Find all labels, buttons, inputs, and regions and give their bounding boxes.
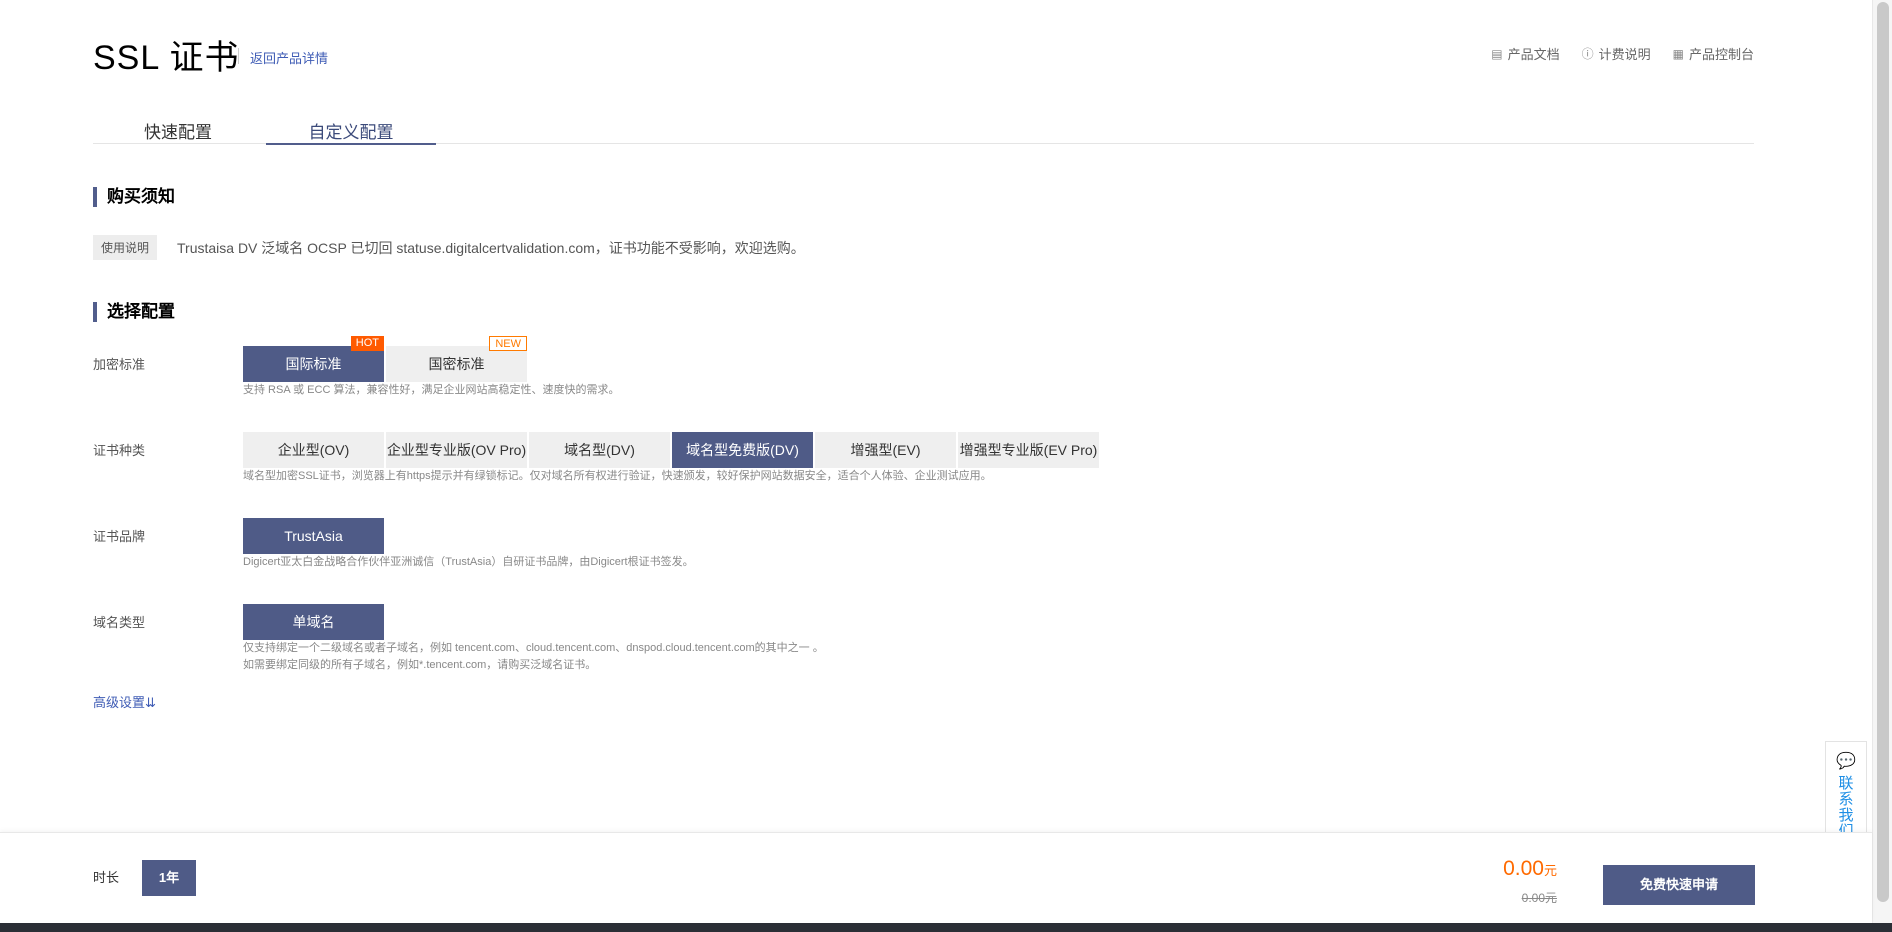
option-international-standard[interactable]: 国际标准 HOT xyxy=(243,336,384,382)
product-docs-label: 产品文档 xyxy=(1507,47,1560,62)
purchase-footer: 时长 1年 0.00元 0.00元 免费快速申请 xyxy=(0,832,1872,923)
bottom-bar xyxy=(0,923,1892,932)
back-to-product-link[interactable]: 返回产品详情 xyxy=(250,48,328,67)
tab-custom-config[interactable]: 自定义配置 xyxy=(266,118,436,145)
billing-info-label: 计费说明 xyxy=(1598,47,1651,62)
option-single-domain[interactable]: 单域名 xyxy=(243,604,384,640)
free-apply-button[interactable]: 免费快速申请 xyxy=(1603,865,1755,905)
encryption-hint: 支持 RSA 或 ECC 算法，兼容性好，满足企业网站高稳定性、速度快的需求。 xyxy=(243,384,620,396)
original-price: 0.00元 xyxy=(1521,891,1557,905)
price-value: 0.00 xyxy=(1503,857,1544,880)
option-national-standard[interactable]: 国密标准 NEW xyxy=(386,336,527,382)
page-header: SSL 证书 返回产品详情 ▤ 产品文档 ⓘ 计费说明 ▦ 产品控制台 xyxy=(93,30,1754,77)
product-console-link[interactable]: ▦ 产品控制台 xyxy=(1673,44,1754,63)
title-divider xyxy=(238,48,239,64)
notice-section-title: 购买须知 xyxy=(93,187,175,207)
price-unit: 元 xyxy=(1543,863,1557,878)
billing-info-link[interactable]: ⓘ 计费说明 xyxy=(1582,44,1651,63)
new-badge: NEW xyxy=(489,336,527,351)
cert-type-label: 证书种类 xyxy=(93,443,146,458)
option-dv-free[interactable]: 域名型免费版(DV) xyxy=(672,432,813,468)
duration-option-1-year[interactable]: 1年 xyxy=(142,860,196,896)
info-icon: ⓘ xyxy=(1581,47,1594,61)
top-links: ▤ 产品文档 ⓘ 计费说明 ▦ 产品控制台 xyxy=(1491,44,1754,63)
domain-type-options: 单域名 xyxy=(243,604,386,640)
advanced-settings-label: 高级设置 xyxy=(93,695,146,710)
option-ov[interactable]: 企业型(OV) xyxy=(243,432,384,468)
advanced-settings-toggle[interactable]: 高级设置⇊ xyxy=(93,692,156,711)
page-scrollbar[interactable] xyxy=(1872,0,1892,923)
product-console-label: 产品控制台 xyxy=(1688,47,1754,62)
document-icon: ▤ xyxy=(1491,46,1503,61)
notice-text: Trustaisa DV 泛域名 OCSP 已切回 statuse.digita… xyxy=(177,240,805,256)
option-ev[interactable]: 增强型(EV) xyxy=(815,432,956,468)
page-title: SSL 证书 xyxy=(93,39,240,77)
domain-type-label: 域名类型 xyxy=(93,615,146,630)
scrollbar-thumb[interactable] xyxy=(1877,2,1889,902)
config-section-title: 选择配置 xyxy=(93,302,175,322)
usage-tag: 使用说明 xyxy=(93,235,158,260)
chat-icon: 💬 xyxy=(1836,753,1856,770)
chevron-down-icon: ⇊ xyxy=(145,695,156,710)
config-tabs: 快速配置 自定义配置 xyxy=(93,112,1754,145)
brand-options: TrustAsia xyxy=(243,518,386,554)
brand-hint: Digicert亚太白金战略合作伙伴亚洲诚信（TrustAsia）自研证书品牌，… xyxy=(243,556,694,568)
contact-us-label: 联系我们 xyxy=(1838,775,1854,840)
domain-type-hint-1: 仅支持绑定一个二级域名或者子域名，例如 tencent.com、cloud.te… xyxy=(243,642,824,654)
grid-icon: ▦ xyxy=(1672,46,1684,61)
encryption-options: 国际标准 HOT 国密标准 NEW xyxy=(243,336,529,382)
cert-type-hint: 域名型加密SSL证书，浏览器上有https提示并有绿锁标记。仅对域名所有权进行验… xyxy=(243,470,992,482)
option-dv[interactable]: 域名型(DV) xyxy=(529,432,670,468)
cert-type-options: 企业型(OV) 企业型专业版(OV Pro) 域名型(DV) 域名型免费版(DV… xyxy=(243,432,1101,468)
option-label: 国际标准 xyxy=(285,356,342,372)
price: 0.00元 xyxy=(1503,857,1557,881)
tab-quick-config[interactable]: 快速配置 xyxy=(93,118,263,144)
brand-label: 证书品牌 xyxy=(93,529,146,544)
hot-badge: HOT xyxy=(350,336,384,351)
duration-label: 时长 xyxy=(93,870,120,885)
option-trustasia[interactable]: TrustAsia xyxy=(243,518,384,554)
domain-type-hint-2: 如需要绑定同级的所有子域名，例如*.tencent.com，请购买泛域名证书。 xyxy=(243,659,597,671)
encryption-label: 加密标准 xyxy=(93,357,146,372)
product-docs-link[interactable]: ▤ 产品文档 xyxy=(1491,44,1559,63)
option-label: 国密标准 xyxy=(428,356,485,372)
option-ev-pro[interactable]: 增强型专业版(EV Pro) xyxy=(958,432,1099,468)
option-ov-pro[interactable]: 企业型专业版(OV Pro) xyxy=(386,432,527,468)
